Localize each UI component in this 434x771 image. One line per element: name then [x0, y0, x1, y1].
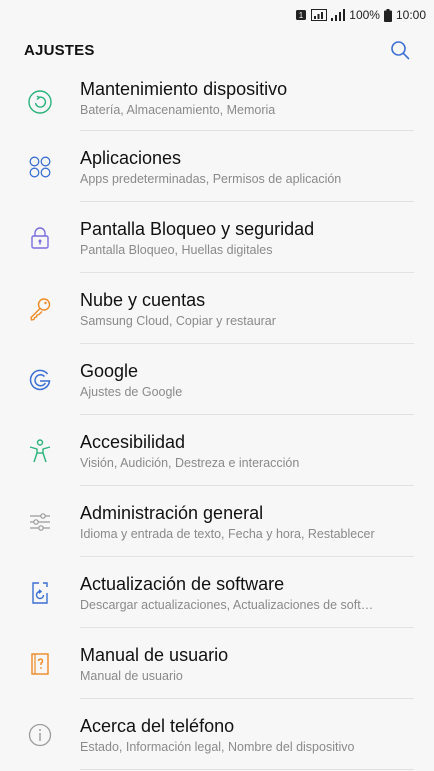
battery-percent: 100%	[349, 8, 380, 22]
list-item-apps[interactable]: Aplicaciones Apps predeterminadas, Permi…	[0, 131, 434, 202]
user-manual-icon	[0, 651, 80, 677]
sim-icon: 1	[295, 9, 307, 21]
item-subtitle: Descargar actualizaciones, Actualizacion…	[80, 597, 374, 612]
item-subtitle: Pantalla Bloqueo, Huellas digitales	[80, 242, 273, 257]
item-subtitle: Apps predeterminadas, Permisos de aplica…	[80, 171, 342, 186]
info-icon	[0, 722, 80, 748]
list-item-device-maintenance[interactable]: Mantenimiento dispositivo Batería, Almac…	[0, 72, 434, 131]
item-title: Accesibilidad	[80, 431, 186, 452]
page-title: AJUSTES	[24, 41, 95, 59]
item-title: Pantalla Bloqueo y seguridad	[80, 218, 315, 239]
item-title: Google	[80, 360, 139, 381]
apps-icon	[0, 154, 80, 180]
list-item-general-management[interactable]: Administración general Idioma y entrada …	[0, 486, 434, 557]
item-title: Aplicaciones	[80, 147, 182, 168]
list-item-software-update[interactable]: Actualización de software Descargar actu…	[0, 557, 434, 628]
google-icon	[0, 367, 80, 393]
item-title: Acerca del teléfono	[80, 715, 235, 736]
list-item-cloud-accounts[interactable]: Nube y cuentas Samsung Cloud, Copiar y r…	[0, 273, 434, 344]
item-subtitle: Samsung Cloud, Copiar y restaurar	[80, 313, 276, 328]
signal-strength-icon	[331, 9, 346, 21]
battery-icon	[383, 8, 392, 22]
clock: 10:00	[395, 8, 426, 22]
list-item-accessibility[interactable]: Accesibilidad Visión, Audición, Destreza…	[0, 415, 434, 486]
search-button[interactable]	[388, 38, 412, 62]
software-update-icon	[0, 580, 80, 606]
wifi-signal-icon	[311, 9, 328, 21]
search-icon	[391, 41, 410, 60]
item-title: Nube y cuentas	[80, 289, 206, 310]
app-header: AJUSTES	[0, 30, 434, 70]
list-item-google[interactable]: Google Ajustes de Google	[0, 344, 434, 415]
item-subtitle: Batería, Almacenamiento, Memoria	[80, 102, 276, 117]
item-subtitle: Manual de usuario	[80, 668, 183, 683]
list-item-lock-security[interactable]: Pantalla Bloqueo y seguridad Pantalla Bl…	[0, 202, 434, 273]
item-subtitle: Estado, Información legal, Nombre del di…	[80, 739, 355, 754]
status-bar: 1 100% 10:00	[0, 0, 434, 30]
lock-icon	[0, 225, 80, 251]
settings-list: Mantenimiento dispositivo Batería, Almac…	[0, 72, 434, 770]
sliders-icon	[0, 509, 80, 535]
item-subtitle: Idioma y entrada de texto, Fecha y hora,…	[80, 526, 375, 541]
item-title: Manual de usuario	[80, 644, 229, 665]
key-icon	[0, 296, 80, 322]
item-title: Mantenimiento dispositivo	[80, 78, 288, 99]
item-subtitle: Visión, Audición, Destreza e interacción	[80, 455, 300, 470]
list-item-user-manual[interactable]: Manual de usuario Manual de usuario	[0, 628, 434, 699]
svg-text:1: 1	[299, 11, 304, 20]
accessibility-icon	[0, 438, 80, 464]
item-title: Actualización de software	[80, 573, 285, 594]
item-subtitle: Ajustes de Google	[80, 384, 183, 399]
list-item-about-phone[interactable]: Acerca del teléfono Estado, Información …	[0, 699, 434, 770]
device-maintenance-icon	[0, 89, 80, 115]
item-title: Administración general	[80, 502, 264, 523]
